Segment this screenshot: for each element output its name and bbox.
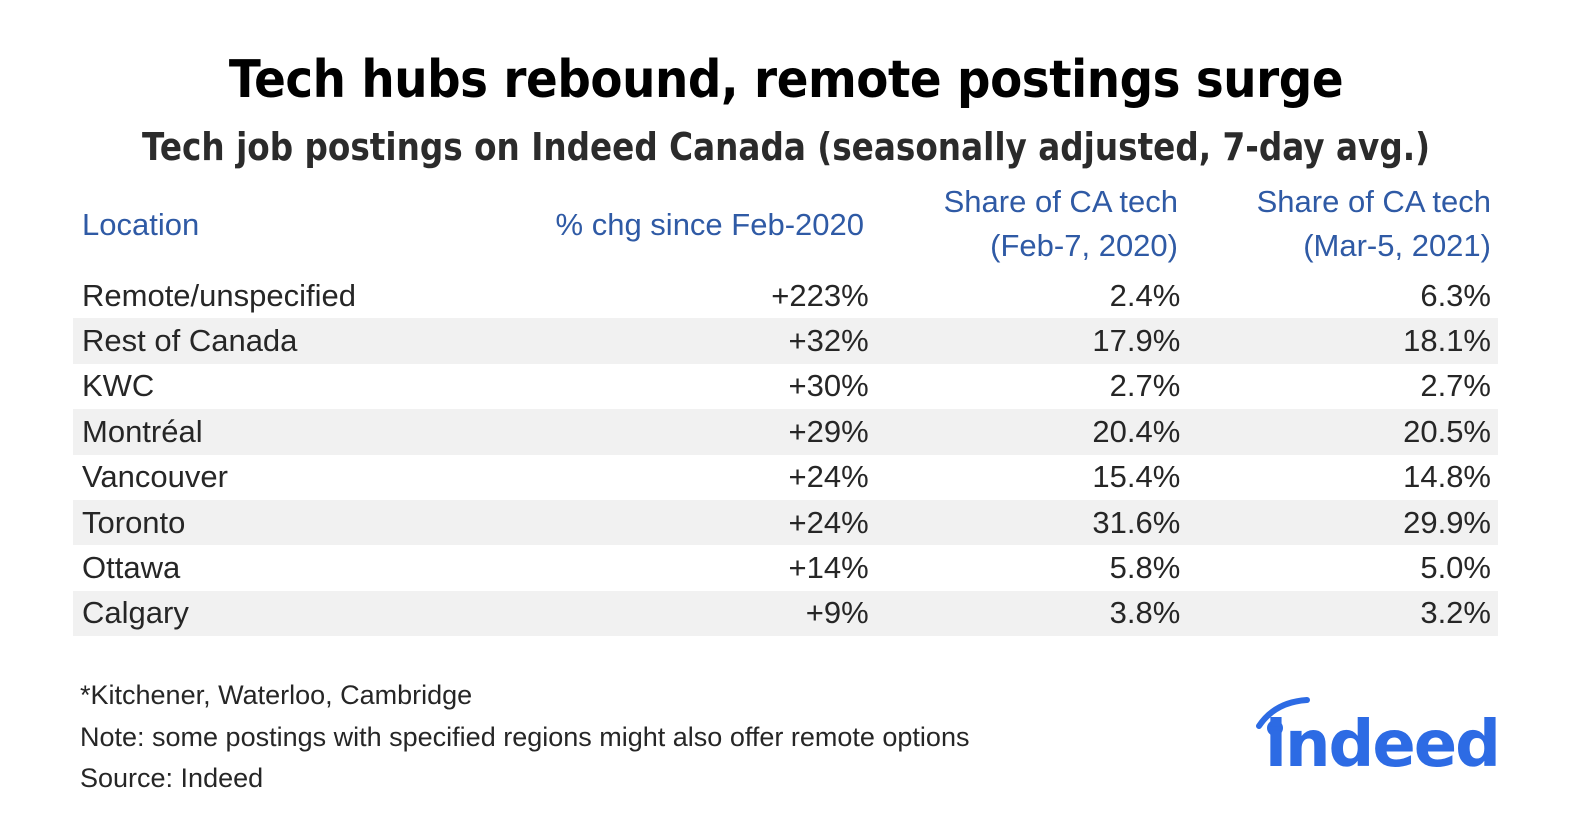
share-2021-cell: 14.8% [1403,459,1491,495]
footnote-kwc: *Kitchener, Waterloo, Cambridge [80,680,473,710]
table-row: Ottawa +14% 5.8% 5.0% [73,545,1498,590]
share-2020-cell: 3.8% [868,590,1181,637]
pct-chg-cell: +14% [788,550,869,586]
location-cell: Ottawa [82,550,181,586]
header-share-2020-line1: Share of CA tech [943,184,1178,219]
location-cell: Toronto [73,499,640,546]
pct-chg-cell: +32% [639,318,869,364]
pct-chg-cell: +223% [771,277,869,313]
location-cell: Vancouver [82,459,228,495]
share-2021-cell: 18.1% [1180,318,1498,364]
table-row: Calgary +9% 3.8% 3.2% [73,590,1498,637]
share-2021-cell: 2.7% [1420,368,1491,404]
table-row: Toronto +24% 31.6% 29.9% [73,499,1498,546]
share-2020-cell: 2.7% [1109,368,1181,404]
share-2021-cell: 20.5% [1180,409,1498,455]
share-2020-cell: 20.4% [868,409,1181,455]
data-table: Remote/unspecified +223% 2.4% 6.3% Rest of C… [73,273,1498,637]
indeed-logo-icon: indeed [1256,697,1501,782]
table-row: Montréal +29% 20.4% 20.5% [73,409,1498,455]
footnote-note: Note: some postings with specified regio… [80,722,970,752]
share-2020-cell: 2.4% [1109,277,1181,313]
pct-chg-cell: +29% [639,409,869,455]
location-cell: Calgary [73,590,640,637]
pct-chg-cell: +24% [639,499,869,546]
pct-chg-cell: +9% [639,590,869,637]
share-2021-cell: 5.0% [1420,550,1491,586]
table-row: Vancouver +24% 15.4% 14.8% [73,455,1498,500]
header-share-2021-line1: Share of CA tech [1256,184,1491,219]
table-row: Rest of Canada +32% 17.9% 18.1% [73,318,1498,364]
header-location: Location [82,207,200,242]
pct-chg-cell: +30% [788,368,869,404]
header-share-2020-line2: (Feb-7, 2020) [990,228,1178,263]
table-row: KWC +30% 2.7% 2.7% [73,364,1498,409]
chart-subtitle: Tech job postings on Indeed Canada (seas… [141,125,1431,169]
share-2020-cell: 17.9% [868,318,1181,364]
chart-title: Tech hubs rebound, remote postings surge [228,50,1344,110]
share-2020-cell: 5.8% [1109,550,1181,586]
footnote-source: Source: Indeed [80,763,264,793]
pct-chg-cell: +24% [788,459,869,495]
header-share-2020: Share of CA tech (Feb-7, 2020) [880,180,1178,268]
share-2021-cell: 6.3% [1420,277,1491,313]
location-cell: Remote/unspecified [82,277,356,313]
header-share-2021-line2: (Mar-5, 2021) [1303,228,1491,263]
header-share-2021: Share of CA tech (Mar-5, 2021) [1190,180,1491,268]
location-cell: Montréal [73,409,640,455]
indeed-logo: indeed [1255,692,1505,782]
header-pct-chg: % chg since Feb-2020 [555,207,864,242]
location-cell: KWC [82,368,155,404]
share-2021-cell: 29.9% [1180,499,1498,546]
table-row: Remote/unspecified +223% 2.4% 6.3% [73,273,1498,318]
share-2020-cell: 15.4% [1092,459,1181,495]
location-cell: Rest of Canada [73,318,640,364]
share-2020-cell: 31.6% [868,499,1181,546]
share-2021-cell: 3.2% [1180,590,1498,637]
logo-text: indeed [1265,708,1499,772]
